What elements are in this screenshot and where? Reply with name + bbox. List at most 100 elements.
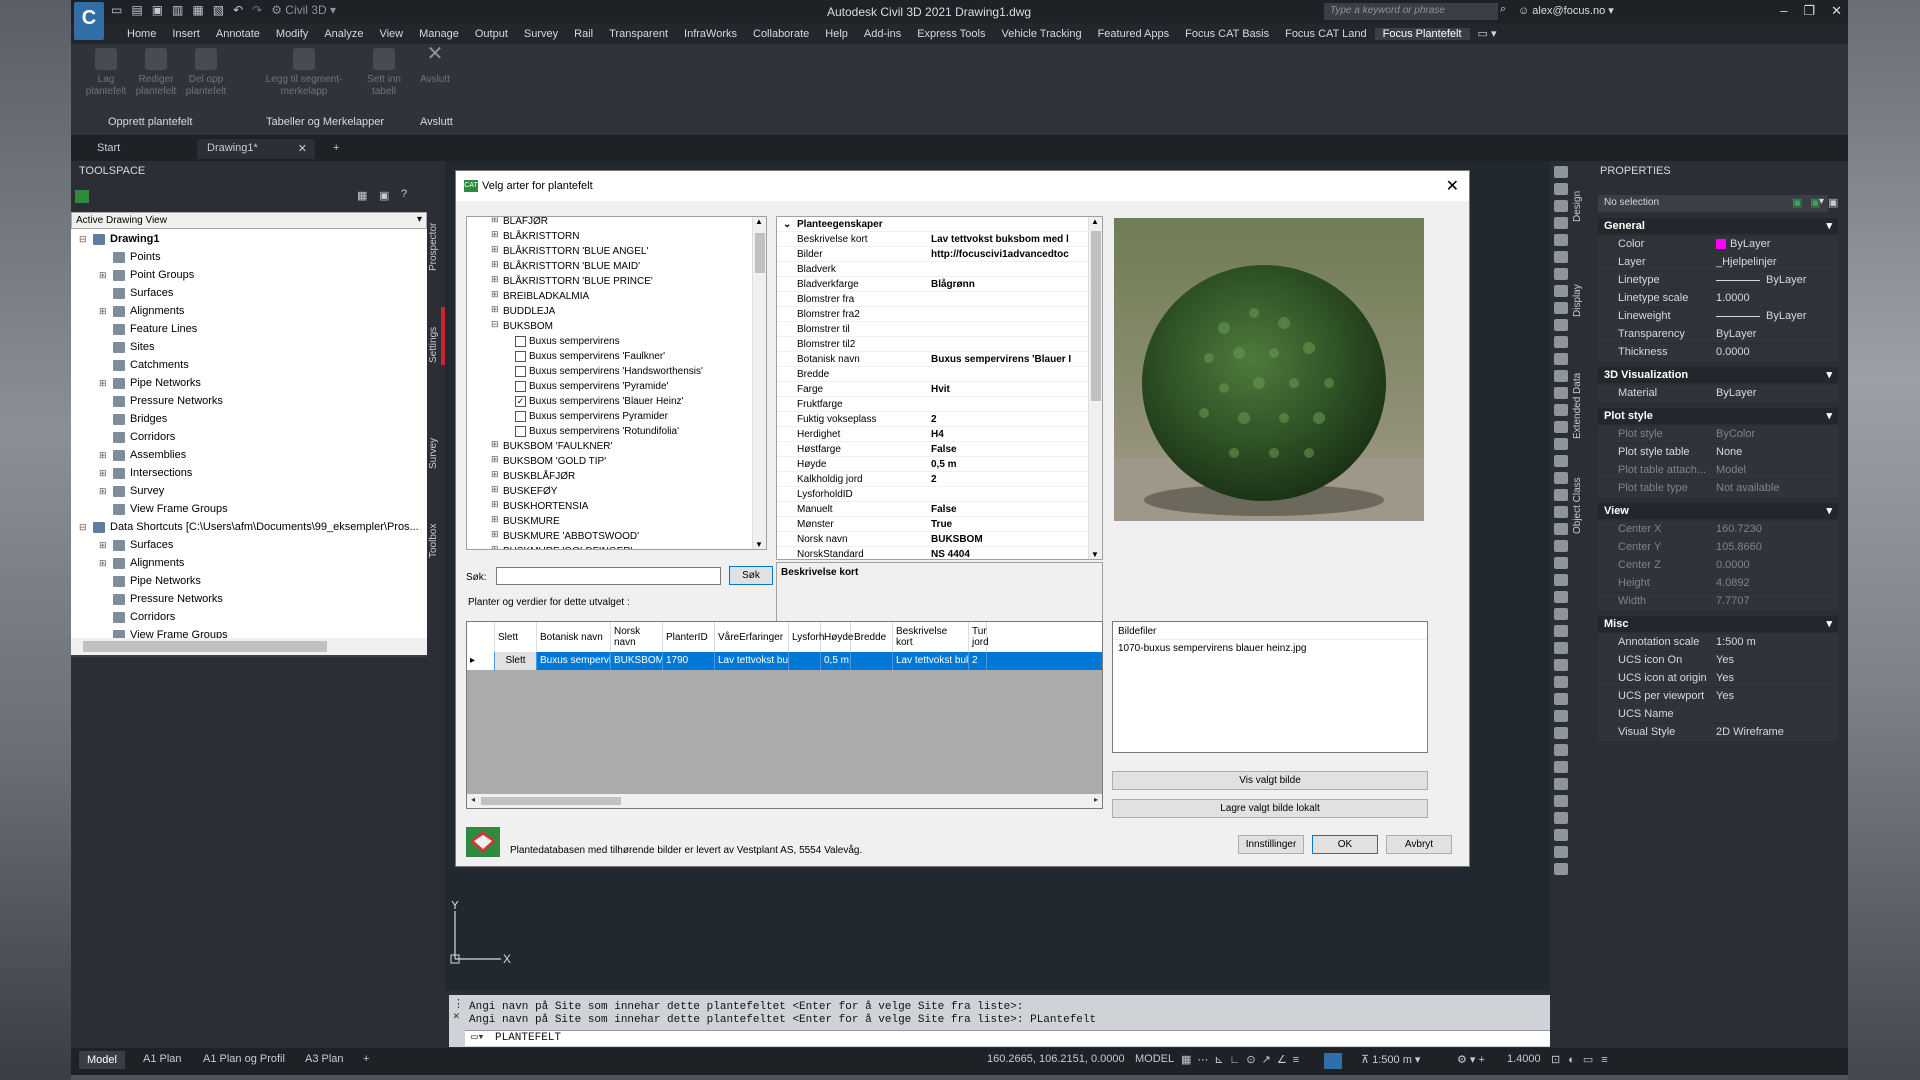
tree-expander-icon[interactable]: ⊞ [99, 270, 107, 281]
column-header[interactable]: Tur jord [969, 622, 989, 652]
drawing-tool-icon[interactable] [1554, 778, 1568, 790]
property-row[interactable]: Beskrivelse kort Lav tettvokst buksbom me… [777, 232, 1090, 247]
species-item[interactable]: BUSKMURE [503, 514, 560, 529]
expand-icon[interactable]: ⊞ [491, 229, 499, 240]
drawing-tool-icon[interactable] [1554, 727, 1568, 739]
species-checkbox[interactable]: ✓ [515, 395, 526, 407]
save-as-icon[interactable]: ▥ [172, 3, 183, 17]
species-item[interactable]: BUKSBOM 'FAULKNER' [503, 439, 612, 454]
drawing-tool-icon[interactable] [1554, 676, 1568, 688]
redo-icon[interactable]: ↷ [252, 3, 262, 17]
property-row[interactable]: Blomstrer til2 [777, 337, 1090, 352]
menu-tab[interactable]: Featured Apps [1090, 28, 1178, 40]
scroll-thumb[interactable] [481, 797, 621, 805]
drawing-tool-icon[interactable] [1554, 710, 1568, 722]
menu-tab[interactable]: Annotate [208, 28, 268, 40]
lag-plantefelt-button[interactable]: Lag plantefelt [81, 48, 131, 98]
expand-icon[interactable]: ⊞ [491, 514, 499, 525]
menu-tab[interactable]: Focus CAT Basis [1177, 28, 1277, 40]
property-row[interactable]: Fuktig vokseplass 2 [777, 412, 1090, 427]
drawing-tool-icon[interactable] [1554, 438, 1568, 450]
drawing-tool-icon[interactable] [1554, 234, 1568, 246]
print-icon[interactable]: ▧ [213, 3, 224, 17]
scroll-up-icon[interactable]: ▲ [755, 217, 763, 226]
search-button[interactable]: Søk [729, 566, 773, 585]
species-item[interactable]: BLÅKRISTTORN 'BLUE MAID' [503, 259, 640, 274]
species-item[interactable]: BUKSBOM [503, 319, 553, 334]
rediger-plantefelt-button[interactable]: Rediger plantefelt [131, 48, 181, 98]
property-row[interactable]: Manuelt False [777, 502, 1090, 517]
menu-tab[interactable]: Manage [411, 28, 467, 40]
property-row[interactable]: Width 7.7707 [1598, 593, 1838, 610]
expand-icon[interactable]: ⊞ [491, 274, 499, 285]
species-item[interactable]: Buxus sempervirens 'Handsworthensis' [515, 364, 703, 379]
status-tray-icons[interactable]: ⊡◐▭≡ [1551, 1053, 1616, 1066]
drawing-tool-icon[interactable] [1554, 302, 1568, 314]
species-checkbox[interactable] [515, 365, 526, 377]
species-checkbox[interactable] [515, 425, 526, 437]
quick-select-icon[interactable]: ▣ [1792, 196, 1802, 209]
property-row[interactable]: Bredde [777, 367, 1090, 382]
property-row[interactable]: Plot style ByColor [1598, 426, 1838, 443]
column-header[interactable]: Slett [495, 622, 537, 652]
property-section-header[interactable]: Misc ▾ [1598, 616, 1838, 632]
expand-icon[interactable]: ⊞ [491, 259, 499, 270]
layout-tab-a1-plan-profil[interactable]: A1 Plan og Profil [203, 1053, 285, 1065]
save-icon[interactable]: ▣ [152, 3, 163, 17]
species-item[interactable]: Buxus sempervirens 'Pyramide' [515, 379, 668, 394]
menu-tab[interactable]: View [371, 28, 411, 40]
property-row[interactable]: Fruktfarge [777, 397, 1090, 412]
drawing-tool-icon[interactable] [1554, 761, 1568, 773]
tree-item[interactable]: Alignments [113, 302, 184, 320]
scroll-right-icon[interactable]: ▸ [1094, 795, 1098, 804]
tree-item[interactable]: Surfaces [113, 284, 173, 302]
property-row[interactable]: UCS icon On Yes [1598, 652, 1838, 669]
column-header[interactable]: Beskrivelse kort [893, 622, 969, 652]
property-row[interactable]: UCS icon at origin Yes [1598, 670, 1838, 687]
expand-icon[interactable]: ⊞ [491, 484, 499, 495]
property-row[interactable]: Thickness 0.0000 [1598, 344, 1838, 361]
sort-icon[interactable]: ▦ [357, 189, 367, 202]
tree-expander-icon[interactable]: ⊞ [99, 450, 107, 461]
row-selector-icon[interactable]: ▸ [467, 652, 495, 670]
grid-category-header[interactable]: ⌄ Planteegenskaper [777, 217, 1090, 232]
tab-drawing1[interactable]: Drawing1* ✕ [197, 139, 315, 159]
tab-prospector[interactable]: Prospector [428, 211, 445, 283]
property-section-header[interactable]: 3D Visualization ▾ [1598, 367, 1838, 383]
legg-til-merkelapp-button[interactable]: Legg til segment-merkelapp [249, 48, 359, 98]
property-row[interactable]: Bladverk [777, 262, 1090, 277]
expand-icon[interactable]: ⊞ [491, 454, 499, 465]
tree-item[interactable]: Pressure Networks [113, 590, 223, 608]
drawing-tool-icon[interactable] [1554, 846, 1568, 858]
menu-tab[interactable]: Help [817, 28, 856, 40]
select-objects-icon[interactable]: ▣ [1810, 196, 1820, 209]
species-item[interactable]: Buxus sempervirens 'Rotundifolia' [515, 424, 679, 439]
property-row[interactable]: Botanisk navn Buxus sempervirens 'Blauer … [777, 352, 1090, 367]
property-row[interactable]: Material ByLayer [1598, 385, 1838, 402]
tab-start[interactable]: Start [87, 139, 195, 159]
scroll-left-icon[interactable]: ◂ [471, 795, 475, 804]
pickadd-icon[interactable]: ▣ [1828, 196, 1838, 209]
publish-icon[interactable]: ▦ [192, 3, 203, 17]
property-row[interactable]: Bladverkfarge Blågrønn [777, 277, 1090, 292]
drawing-tool-icon[interactable] [1554, 353, 1568, 365]
tree-item[interactable]: View Frame Groups [113, 500, 228, 518]
menu-tab[interactable]: Home [119, 28, 164, 40]
extra-toggle-icon[interactable]: ▭ ▾ [1470, 27, 1505, 40]
property-row[interactable]: Farge Hvit [777, 382, 1090, 397]
save-image-button[interactable]: Lagre valgt bilde lokalt [1112, 799, 1428, 818]
scroll-down-icon[interactable]: ▼ [1091, 550, 1099, 559]
property-row[interactable]: Annotation scale 1:500 m [1598, 634, 1838, 651]
dialog-close-icon[interactable]: ✕ [1446, 176, 1459, 196]
property-section-header[interactable]: General ▾ [1598, 218, 1838, 234]
menu-tab[interactable]: Modify [268, 28, 316, 40]
undo-icon[interactable]: ↶ [233, 3, 243, 17]
property-row[interactable]: NorskStandard NS 4404 [777, 547, 1090, 559]
species-item[interactable]: BUSKEFØY [503, 484, 557, 499]
species-item[interactable]: Buxus sempervirens Pyramider [515, 409, 668, 424]
tree-item[interactable]: Corridors [113, 608, 175, 626]
species-item[interactable]: BUSKMURE 'ABBOTSWOOD' [503, 529, 639, 544]
tab-display[interactable]: Display [1572, 276, 1589, 326]
property-row[interactable]: UCS Name [1598, 706, 1838, 723]
expand-icon[interactable]: ⊞ [491, 529, 499, 540]
